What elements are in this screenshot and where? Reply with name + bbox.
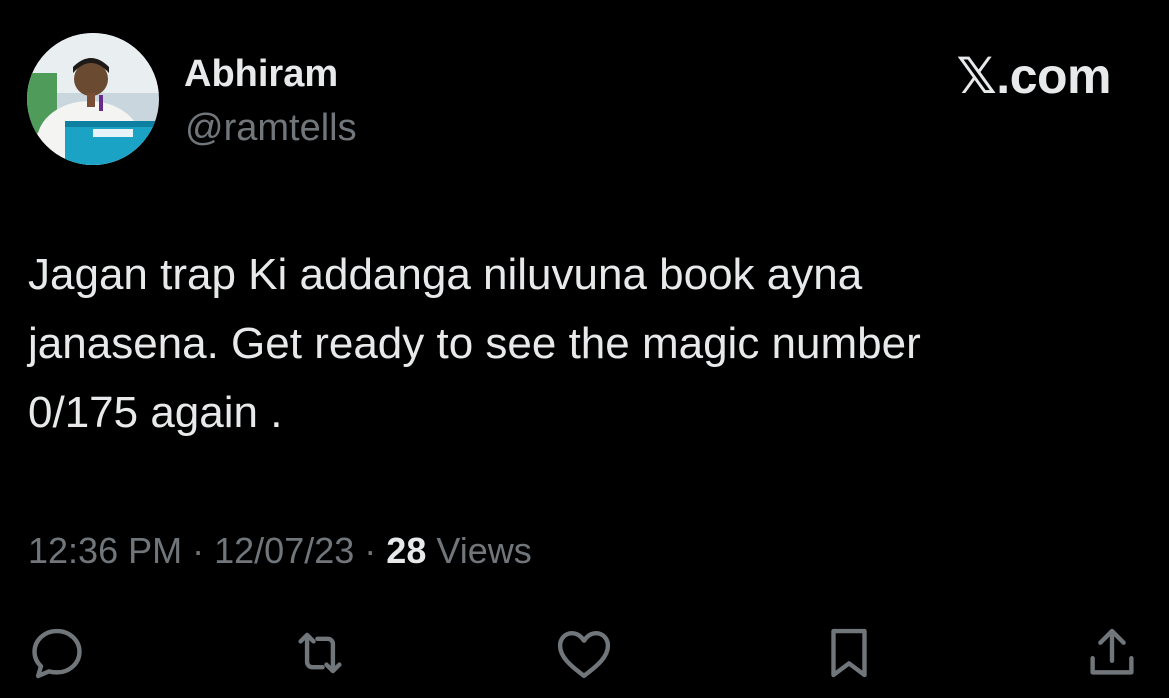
user-handle[interactable]: @ramtells xyxy=(185,106,357,150)
heart-icon xyxy=(557,631,611,679)
reply-icon xyxy=(32,628,82,679)
tweet-time[interactable]: 12:36 PM xyxy=(28,530,182,571)
views-label: Views xyxy=(436,530,532,571)
retweet-icon xyxy=(298,632,342,674)
tweet-text: Jagan trap Ki addanga niluvuna book ayna… xyxy=(28,250,921,437)
like-button[interactable] xyxy=(549,618,619,688)
bookmark-button[interactable] xyxy=(814,618,884,688)
meta-separator: · xyxy=(192,530,205,571)
bookmark-icon xyxy=(831,628,867,678)
action-bar xyxy=(0,618,1169,688)
avatar[interactable] xyxy=(27,33,159,165)
share-button[interactable] xyxy=(1077,618,1147,688)
views-count: 28 xyxy=(386,530,427,571)
display-name[interactable]: Abhiram xyxy=(184,52,338,96)
meta-separator: · xyxy=(364,530,377,571)
tweet-meta: 12:36 PM · 12/07/23 · 28 Views xyxy=(28,527,532,575)
tweet-date[interactable]: 12/07/23 xyxy=(214,530,354,571)
retweet-button[interactable] xyxy=(285,618,355,688)
avatar-photo xyxy=(27,33,159,165)
x-brand-logo: 𝕏.com xyxy=(956,48,1112,104)
reply-button[interactable] xyxy=(22,618,92,688)
share-icon xyxy=(1090,628,1134,675)
